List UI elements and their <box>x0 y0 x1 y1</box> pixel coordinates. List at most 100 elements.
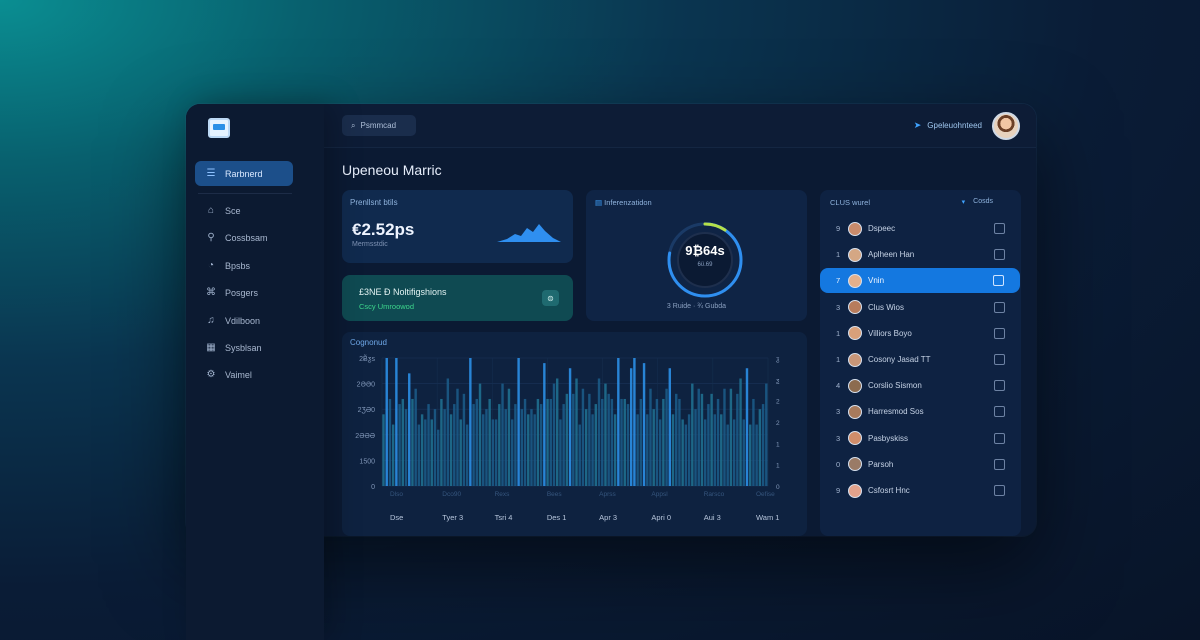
notification-card[interactable]: £3NE Ð Noltifigshions Cscy Umroowod ⊜ <box>342 275 573 321</box>
bar <box>552 383 556 486</box>
bar <box>617 358 620 486</box>
bar <box>517 358 520 486</box>
doc-icon: ▤ <box>595 198 605 207</box>
bar <box>510 419 514 486</box>
list-item[interactable]: 7 Vnin <box>820 268 1020 294</box>
bar <box>610 398 614 486</box>
sidebar-item-3[interactable]: ◔ Bpsbs <box>195 253 293 278</box>
list-item[interactable]: 0 Parsoh <box>820 452 1021 477</box>
row-checkbox[interactable] <box>994 301 1005 313</box>
row-number: 0 <box>836 459 841 469</box>
gauge-label: ▤ Inferenzatidon <box>595 198 652 207</box>
row-checkbox[interactable] <box>994 406 1005 418</box>
bar <box>404 409 408 486</box>
search-button[interactable]: ⌕ Psmmcad <box>342 115 416 136</box>
notification-action-button[interactable]: ⊜ <box>542 290 559 306</box>
y-tick-label-right: 0 <box>776 484 780 491</box>
x-sub-label: Dco90 <box>442 491 461 498</box>
bar <box>520 409 524 486</box>
bar <box>482 414 485 486</box>
row-checkbox[interactable] <box>994 380 1005 392</box>
user-name: Gpeleuohnteed <box>927 121 982 130</box>
y-tick-label-right: ƺ <box>776 356 780 363</box>
bar <box>472 404 475 486</box>
list-item[interactable]: 9 Dspeec <box>820 216 1021 241</box>
row-number: 9 <box>836 486 841 495</box>
bar-chart: 2Ƀ̃ƺs 2ƏƏ0 2ƷƏ0 2ƏƏƏ 1500 0 ƺ ƺ 2 2 1 1 0 Dlso Dco90 Re… <box>355 355 780 522</box>
x-tick-label: Apri 0 <box>651 513 671 522</box>
row-checkbox[interactable] <box>994 354 1005 365</box>
projects-icon: ⌘ <box>206 287 216 298</box>
list-item[interactable]: 3 Clus Wios <box>820 295 1021 320</box>
list-sort-label: Cosds <box>973 198 993 205</box>
list-item[interactable]: 9 Csfosrt Hnc <box>820 478 1021 503</box>
bar <box>584 409 588 486</box>
sparkline-chart <box>497 224 561 242</box>
list-item[interactable]: 3 Pasbyskiss <box>820 426 1021 451</box>
bar <box>703 419 707 486</box>
bar <box>642 363 646 486</box>
sidebar-item-4[interactable]: ⌘ Posgers <box>195 280 293 305</box>
list-item[interactable]: 4 Corslio Sismon <box>820 373 1021 398</box>
bar <box>665 388 668 486</box>
row-checkbox[interactable] <box>994 223 1005 234</box>
avatar <box>848 378 862 393</box>
sidebar-item-1[interactable]: ⌂ Sce <box>195 198 293 223</box>
list-sort[interactable]: ▾ Cosds <box>962 198 993 206</box>
send-icon: ➤ <box>913 120 922 130</box>
row-checkbox[interactable] <box>994 327 1005 339</box>
x-tick-label: Des 1 <box>547 513 567 522</box>
user-menu[interactable]: ➤ Gpeleuohnteed <box>914 120 982 131</box>
bar <box>514 404 517 486</box>
sidebar-item-2[interactable]: ⚲ Cossbsam <box>195 225 293 250</box>
sidebar-item-5[interactable]: ♫ Vdilboon <box>195 308 293 333</box>
stat-card: Prenllsnt btils €2.52ps Mermsstdic <box>342 190 573 263</box>
bar <box>681 419 684 486</box>
list-item[interactable]: 3 Harresmod Sos <box>820 399 1021 424</box>
x-tick-label: Dse <box>390 513 403 522</box>
row-name: Parsoh <box>868 459 894 469</box>
sidebar-item-7[interactable]: ⚙ Vaimel <box>195 362 293 387</box>
row-checkbox[interactable] <box>994 249 1005 261</box>
bar <box>414 388 417 486</box>
sidebar-item-label: Rarbnerd <box>225 168 263 179</box>
bar <box>568 368 572 486</box>
y-tick-label: 2ƷƏ0 <box>358 407 375 414</box>
avatar <box>848 483 862 498</box>
sidebar-item-0[interactable]: ☰ Rarbnerd <box>195 161 293 186</box>
app-logo-icon <box>208 118 230 138</box>
bar <box>633 358 636 486</box>
y-tick-label: 2Ƀ̃ƺs <box>359 355 375 363</box>
row-number: 3 <box>836 302 841 312</box>
bar <box>491 419 495 486</box>
list-item[interactable]: 1 Cosony Jasad TT <box>820 347 1021 372</box>
sidebar-item-6[interactable]: ▦ Sysblsan <box>195 335 293 360</box>
row-checkbox[interactable] <box>993 275 1004 287</box>
bar <box>385 358 388 486</box>
list-header: CLUS wurel <box>830 198 871 207</box>
row-name: Harresmod Sos <box>868 407 924 417</box>
stat-sub: Mermsstdic <box>352 241 388 248</box>
bar <box>501 383 504 486</box>
row-checkbox[interactable] <box>994 432 1005 444</box>
notification-title: £3NE Ð Noltifigshions <box>359 287 447 297</box>
row-checkbox[interactable] <box>994 485 1005 496</box>
x-tick-label: Apr 3 <box>599 513 617 522</box>
list-item[interactable]: 1 Aplheen Han <box>820 242 1021 267</box>
list-item[interactable]: 1 Villiors Boyo <box>820 321 1021 346</box>
bar <box>527 414 530 486</box>
user-avatar[interactable] <box>992 112 1020 140</box>
x-tick-label: Wam 1 <box>756 513 779 522</box>
bar <box>539 404 543 486</box>
nav-divider <box>198 193 292 194</box>
bar <box>736 393 739 486</box>
bar <box>562 404 565 486</box>
bar <box>765 383 768 486</box>
gauge-footer: 3 Ruide · ¾ Gubda <box>666 303 727 310</box>
bar <box>613 414 617 486</box>
row-checkbox[interactable] <box>994 458 1005 470</box>
bar <box>755 424 758 486</box>
bar <box>620 398 623 486</box>
x-sub-label: Rexs <box>495 491 511 498</box>
x-tick-label: Aui 3 <box>704 513 721 522</box>
